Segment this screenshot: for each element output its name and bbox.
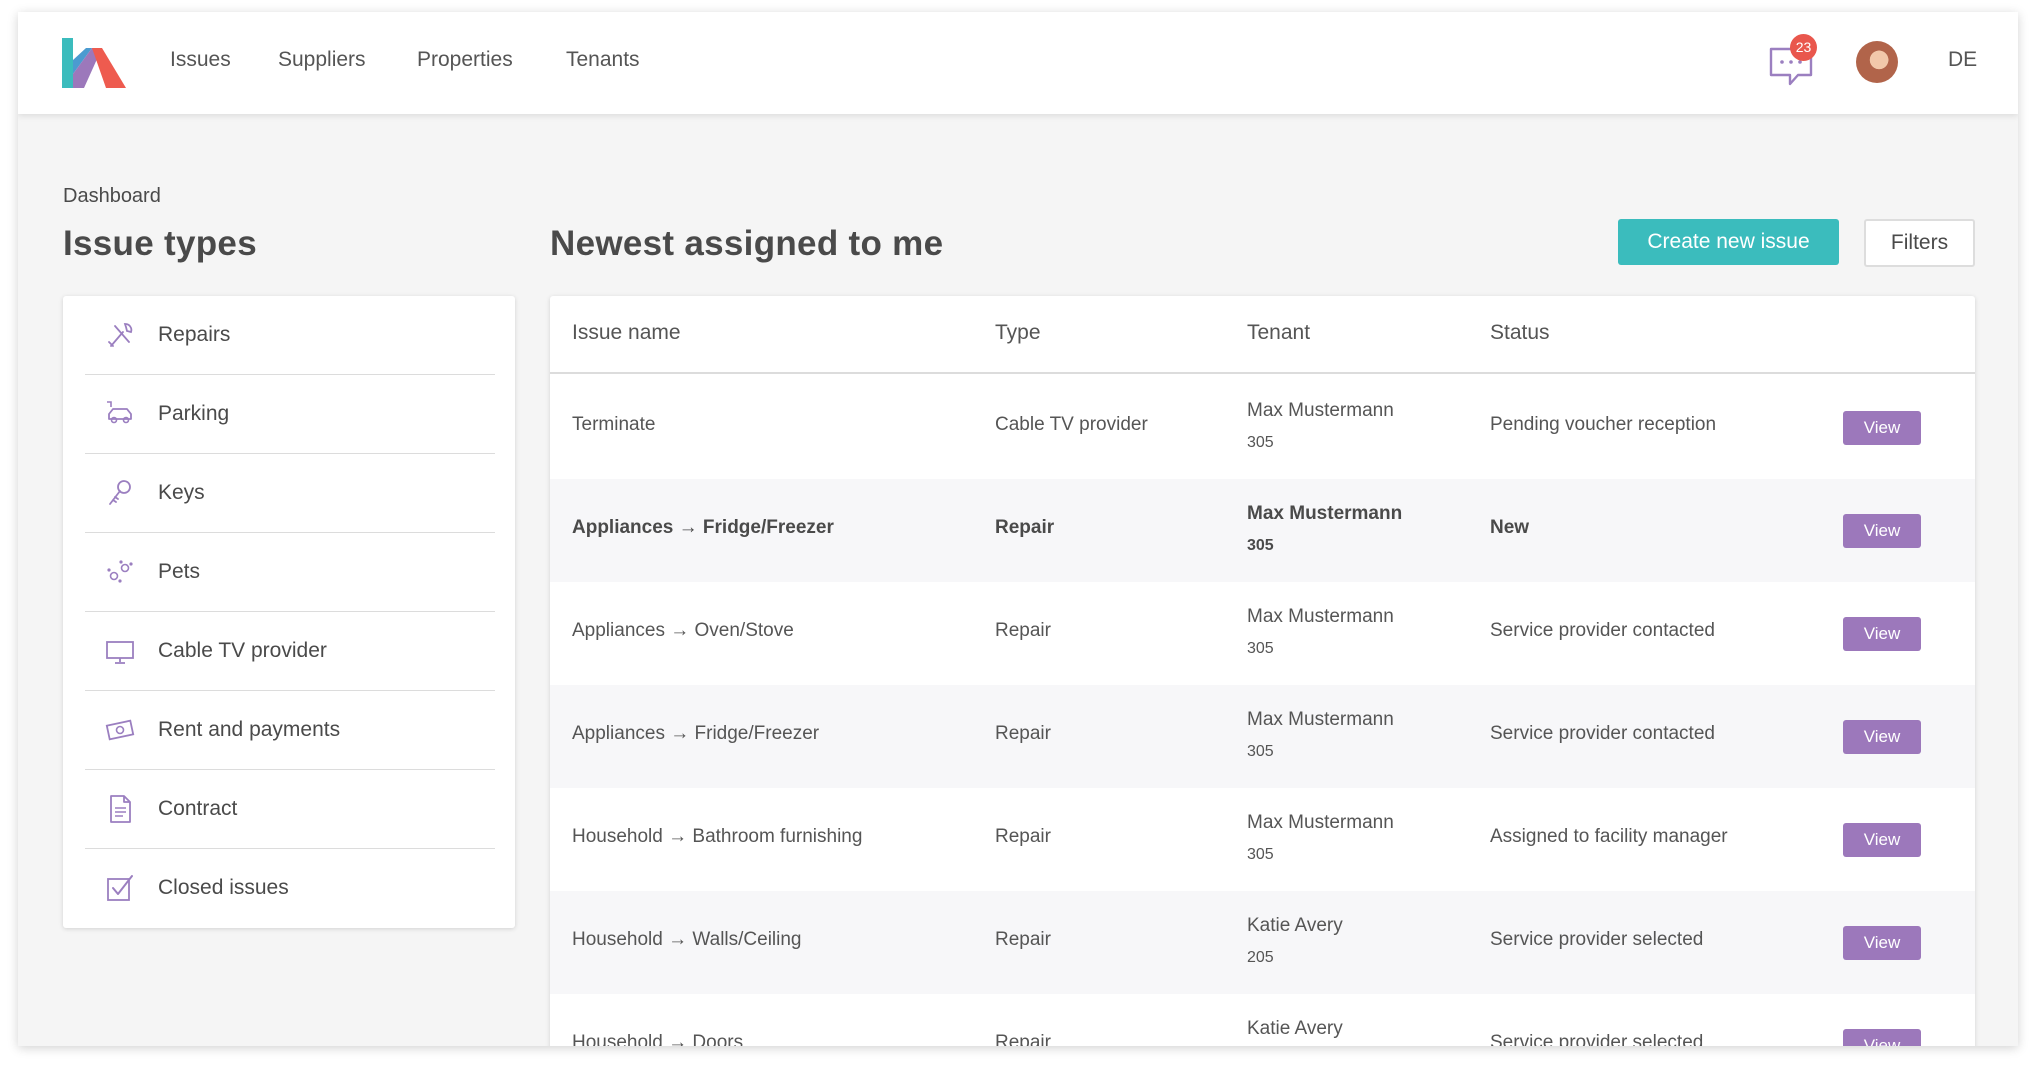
issue-type-keys[interactable]: Keys <box>85 454 495 533</box>
app-logo[interactable] <box>62 38 126 88</box>
wrench-icon <box>108 323 133 347</box>
issue-status: Service provider selected <box>1490 929 1704 950</box>
issue-type-label: Cable TV provider <box>158 639 327 662</box>
user-avatar[interactable] <box>1856 41 1898 83</box>
column-header[interactable]: Tenant <box>1247 321 1310 345</box>
issue-type-label: Parking <box>158 402 230 425</box>
issue-type-label: Closed issues <box>158 876 289 899</box>
issue-type: Cable TV provider <box>995 414 1148 435</box>
tenant-unit: 305 <box>1247 640 1274 657</box>
issue-name: Appliances → Fridge/Freezer <box>572 517 834 538</box>
view-button[interactable]: View <box>1843 514 1921 548</box>
paw-icon <box>107 560 133 583</box>
money-icon <box>105 719 135 741</box>
monitor-icon <box>106 641 134 664</box>
car-icon <box>107 401 132 424</box>
issue-type-label: Repairs <box>158 323 231 346</box>
notification-badge: 23 <box>1790 34 1817 61</box>
issue-type-label: Contract <box>158 797 238 820</box>
assigned-issues-title: Newest assigned to me <box>550 224 944 263</box>
top-navigation: Issues Suppliers Properties Tenants 23 D… <box>18 12 2018 114</box>
tenant-name: Max Mustermann <box>1247 606 1394 627</box>
create-issue-button[interactable]: Create new issue <box>1618 219 1839 265</box>
issue-name: Household → Walls/Ceiling <box>572 929 802 950</box>
table-row[interactable]: Appliances → Oven/Stove Repair Max Muste… <box>550 582 1975 685</box>
nav-properties[interactable]: Properties <box>417 48 513 72</box>
issue-name: Appliances → Oven/Stove <box>572 620 794 641</box>
view-button[interactable]: View <box>1843 720 1921 754</box>
issue-type: Repair <box>995 929 1051 950</box>
view-button[interactable]: View <box>1843 1029 1921 1046</box>
issue-name: Appliances → Fridge/Freezer <box>572 723 820 744</box>
nav-suppliers[interactable]: Suppliers <box>278 48 366 72</box>
tenant-name: Max Mustermann <box>1247 400 1394 421</box>
issue-type: Repair <box>995 723 1051 744</box>
tenant-name: Max Mustermann <box>1247 709 1394 730</box>
table-row[interactable]: Household → Bathroom furnishing Repair M… <box>550 788 1975 891</box>
issue-type-contract[interactable]: Contract <box>85 770 495 849</box>
messages-button[interactable]: 23 <box>1768 34 1828 92</box>
issue-type: Repair <box>995 620 1051 641</box>
filters-button[interactable]: Filters <box>1864 219 1975 267</box>
tenant-name: Max Mustermann <box>1247 812 1394 833</box>
table-header: Issue name Type Tenant Status <box>550 296 1975 374</box>
issue-type-parking[interactable]: Parking <box>85 375 495 454</box>
breadcrumb[interactable]: Dashboard <box>63 185 161 208</box>
issue-name: Household → Doors <box>572 1032 744 1046</box>
issue-status: New <box>1490 517 1530 538</box>
nav-tenants[interactable]: Tenants <box>566 48 640 72</box>
issue-types-title: Issue types <box>63 224 257 263</box>
key-icon <box>109 480 131 505</box>
issue-type-closed[interactable]: Closed issues <box>85 849 495 928</box>
issue-status: Service provider contacted <box>1490 723 1715 744</box>
issue-status: Service provider contacted <box>1490 620 1715 641</box>
tenant-unit: 205 <box>1247 949 1274 966</box>
view-button[interactable]: View <box>1843 926 1921 960</box>
nav-issues[interactable]: Issues <box>170 48 231 72</box>
issue-type-label: Keys <box>158 481 205 504</box>
column-header[interactable]: Type <box>995 321 1041 345</box>
issue-name: Terminate <box>572 414 656 435</box>
view-button[interactable]: View <box>1843 617 1921 651</box>
column-header[interactable]: Issue name <box>572 321 681 345</box>
tenant-unit: 305 <box>1247 537 1274 554</box>
issue-name: Household → Bathroom furnishing <box>572 826 863 847</box>
issue-types-list: Repairs Parking Keys Pets Cable TV provi… <box>63 296 515 928</box>
issue-type: Repair <box>995 517 1055 538</box>
table-row[interactable]: Household → Doors Repair Katie Avery 205… <box>550 994 1975 1046</box>
table-row[interactable]: Terminate Cable TV provider Max Musterma… <box>550 376 1975 479</box>
issue-type: Repair <box>995 826 1051 847</box>
table-row[interactable]: Appliances → Fridge/Freezer Repair Max M… <box>550 685 1975 788</box>
issue-type-repairs[interactable]: Repairs <box>85 296 495 375</box>
checkbox-icon <box>107 875 133 901</box>
table-row[interactable]: Household → Walls/Ceiling Repair Katie A… <box>550 891 1975 994</box>
issue-type-label: Rent and payments <box>158 718 341 741</box>
tenant-name: Katie Avery <box>1247 915 1343 936</box>
tenant-unit: 305 <box>1247 846 1274 863</box>
tenant-unit: 305 <box>1247 434 1274 451</box>
issue-type-cable-tv[interactable]: Cable TV provider <box>85 612 495 691</box>
issue-type-label: Pets <box>158 560 201 583</box>
tenant-unit: 305 <box>1247 743 1274 760</box>
issue-status: Service provider selected <box>1490 1032 1704 1046</box>
issue-status: Assigned to facility manager <box>1490 826 1728 847</box>
language-switch[interactable]: DE <box>1948 48 1977 72</box>
issues-table: Issue name Type Tenant Status Terminate … <box>550 296 1975 1046</box>
document-icon <box>110 795 131 823</box>
view-button[interactable]: View <box>1843 823 1921 857</box>
issue-type-rent[interactable]: Rent and payments <box>85 691 495 770</box>
issue-status: Pending voucher reception <box>1490 414 1717 435</box>
column-header[interactable]: Status <box>1490 321 1550 345</box>
view-button[interactable]: View <box>1843 411 1921 445</box>
issue-type: Repair <box>995 1032 1051 1046</box>
issue-type-pets[interactable]: Pets <box>85 533 495 612</box>
tenant-name: Max Mustermann <box>1247 503 1403 524</box>
tenant-name: Katie Avery <box>1247 1018 1343 1039</box>
table-row[interactable]: Appliances → Fridge/Freezer Repair Max M… <box>550 479 1975 582</box>
app-window: Issues Suppliers Properties Tenants 23 D… <box>18 12 2018 1046</box>
